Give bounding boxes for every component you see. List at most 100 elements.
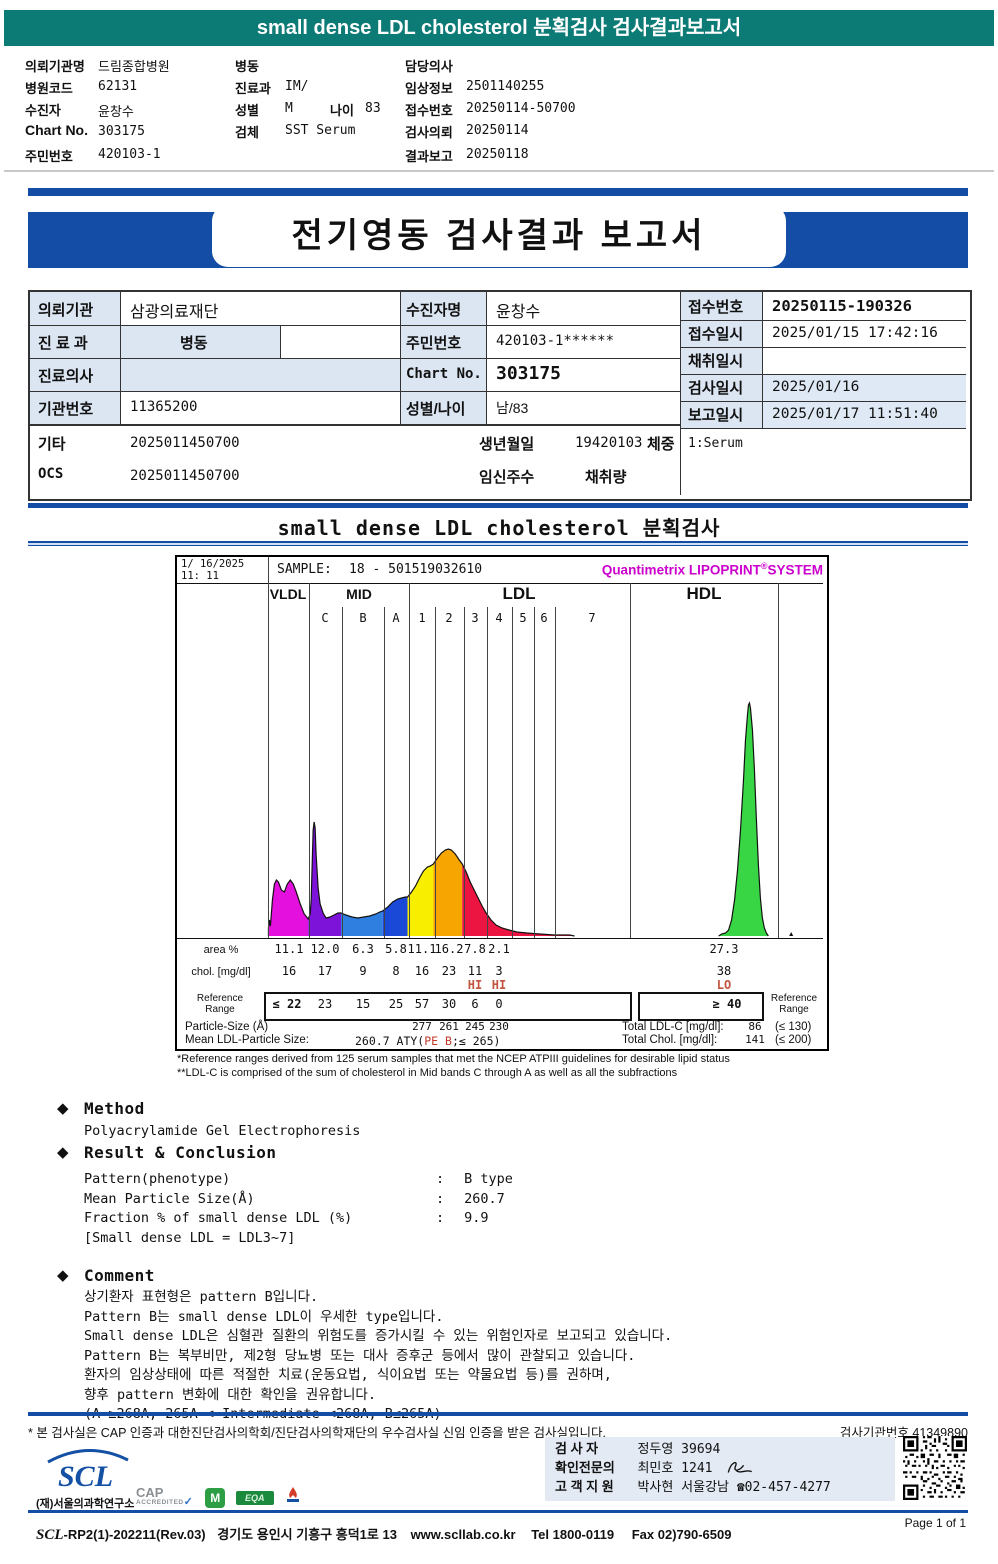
footnote-2: **LDL-C is comprised of the sum of chole… — [177, 1067, 678, 1079]
field-label: 수진자 — [25, 103, 61, 118]
order-value: 삼광의료재단 — [130, 304, 219, 321]
particle-size-value: 245 — [465, 1020, 485, 1033]
field-label: 담당의사 — [405, 59, 453, 74]
method-heading: Method — [84, 1099, 145, 1118]
scl-logo: SCL (재)서울의과학연구소 — [36, 1448, 136, 1511]
order-value: 11365200 — [130, 399, 198, 415]
result-row: Fraction % of small dense LDL (%):9.9 — [84, 1210, 489, 1226]
order-value: 2025/01/17 11:51:40 — [772, 406, 938, 422]
page-indicator: Page 1 of 1 — [904, 1516, 966, 1530]
cap-cert-note: * 본 검사실은 CAP 인증과 대한진단검사의학회/진단검사의학재단의 우수검… — [28, 1426, 607, 1440]
ref-value: 6 — [471, 997, 479, 1011]
order-info-table: 의뢰기관 삼광의료재단 수진자명 윤창수 진 료 과 병동 주민번호 42010… — [28, 290, 972, 501]
anab-logo — [284, 1486, 302, 1509]
field-label: 검사의뢰 — [405, 125, 453, 140]
comment-body: 상기환자 표현형은 pattern B입니다. Pattern B는 small… — [84, 1288, 672, 1425]
result-value: 9.9 — [464, 1210, 489, 1226]
comment-line: 환자의 임상상태에 따른 적절한 치료(운동요법, 식이요법 또는 약물요법 등… — [84, 1367, 612, 1383]
lab-address: 경기도 용인시 기흥구 흥덕1로 13 — [217, 1527, 397, 1542]
chol-value: 11 — [467, 964, 483, 978]
order-label: 접수일시 — [688, 326, 744, 343]
field-value: 420103-1 — [98, 147, 161, 162]
field-label: 나이 — [330, 103, 354, 118]
method-body: Polyacrylamide Gel Electrophoresis — [84, 1123, 361, 1139]
staff-name: 최민호 1241 — [637, 1461, 713, 1476]
section-title: small dense LDL cholesterol 분획검사 — [277, 516, 721, 540]
ref-value: 0 — [495, 997, 503, 1011]
area-value: 12.0 — [310, 942, 340, 956]
chol-value: 3 — [495, 964, 503, 978]
examiner-row: 고 객 지 원 박사현 서울강남 ☎02-457-4277 — [545, 1477, 895, 1496]
electrophoresis-curve-area — [177, 630, 823, 939]
area-value: 27.3 — [709, 942, 739, 956]
field-value: 2501140255 — [466, 79, 545, 94]
section-rule-bottom — [28, 541, 968, 546]
band-group-mid: MID — [346, 586, 372, 602]
area-value: 5.8 — [385, 942, 407, 956]
subband-label: 4 — [495, 611, 503, 625]
examiner-row: 확인전문의 최민호 1241 — [545, 1458, 895, 1477]
chol-value: 38 — [716, 964, 732, 978]
scl-logo-icon: SCL — [47, 1449, 129, 1493]
banner-title: 전기영동 검사결과 보고서 — [291, 217, 707, 255]
chol-value: 17 — [317, 964, 333, 978]
order-label: 접수번호 — [688, 299, 744, 316]
order-value: 2025011450700 — [130, 435, 240, 451]
sample-value: 18 - 501519032610 — [349, 562, 483, 577]
area-value: 6.3 — [352, 942, 374, 956]
banner-title-box: 전기영동 검사결과 보고서 — [212, 205, 786, 267]
result-note: [Small dense LDL = LDL3~7] — [84, 1230, 296, 1246]
order-value: 2025011450700 — [130, 468, 240, 484]
field-value: 20250114 — [466, 123, 529, 138]
order-label: 진 료 과 — [38, 335, 88, 352]
flag-lo: LO — [716, 978, 732, 992]
ref-range-box-hdl — [638, 992, 764, 1021]
subband-label: 2 — [445, 611, 453, 625]
ref-value: ≤ 22 — [272, 997, 302, 1011]
field-label: 결과보고 — [405, 149, 453, 164]
qr-code-icon — [903, 1436, 967, 1500]
chart-datetime: 1/ 16/2025 11: 11 — [181, 558, 245, 582]
area-row-label: area % — [203, 944, 239, 956]
banner-top-rule — [28, 188, 968, 196]
order-label: 기관번호 — [38, 401, 94, 418]
chol-value: 23 — [441, 964, 457, 978]
field-label: 병동 — [235, 59, 259, 74]
kolas-logo: M — [205, 1487, 226, 1508]
comment-line: Pattern B는 복부비만, 제2형 당뇨병 또는 대사 증후군 등에서 많… — [84, 1347, 636, 1364]
subband-label: 5 — [519, 611, 527, 625]
ref-value: 25 — [388, 997, 404, 1011]
order-label: OCS — [38, 466, 64, 482]
order-value: 303175 — [496, 363, 562, 384]
order-label: 채취량 — [585, 469, 627, 486]
order-label: 기타 — [38, 436, 66, 453]
order-label: Chart No. — [406, 366, 482, 382]
field-value: 20250114-50700 — [466, 101, 576, 116]
field-value: IM/ — [285, 79, 309, 94]
subband-label: 3 — [471, 611, 479, 625]
order-value: 420103-1****** — [496, 333, 615, 349]
field-value: 20250118 — [466, 147, 529, 162]
cert-logos: CAP ACCREDITED✓ M EQA — [136, 1486, 302, 1509]
order-label: 보고일시 — [688, 407, 744, 424]
subband-label: C — [321, 611, 329, 625]
result-label: Mean Particle Size(Å) — [84, 1191, 255, 1207]
area-value: 2.1 — [488, 942, 510, 956]
examiner-row: 검 사 자 정두영 39694 — [545, 1439, 895, 1458]
header-divider — [4, 170, 994, 172]
electrophoresis-curve — [267, 701, 794, 937]
field-value: 윤창수 — [98, 105, 134, 120]
total-ldl-ref: (≤ 130) — [775, 1021, 812, 1033]
field-label: 임상정보 — [405, 81, 453, 96]
order-value: 윤창수 — [496, 304, 541, 321]
field-value: M — [285, 101, 293, 116]
lab-report-page: small dense LDL cholesterol 분획검사 검사결과보고서… — [0, 0, 998, 1564]
anab-logo-icon — [287, 1487, 300, 1502]
area-value: 16.2 — [434, 942, 464, 956]
field-value: 303175 — [98, 124, 145, 139]
comment-line: Pattern B는 small dense LDL이 우세한 type입니다. — [84, 1308, 444, 1325]
chol-value: 9 — [359, 964, 367, 978]
subband-label: A — [392, 611, 400, 625]
examiner-panel: 검 사 자 정두영 39694 확인전문의 최민호 1241 고 객 지 원 박… — [545, 1437, 895, 1501]
order-value: 남/83 — [496, 400, 529, 416]
